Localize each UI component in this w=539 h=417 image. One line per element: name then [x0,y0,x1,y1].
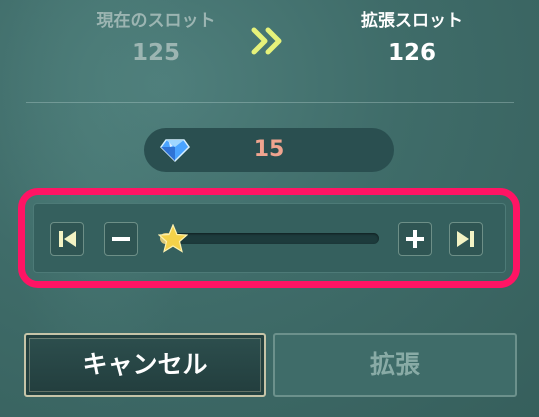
decrement-button[interactable] [104,222,138,256]
increment-button[interactable] [398,222,432,256]
divider [26,102,514,103]
double-chevron-right-icon [251,27,282,55]
cost-value: 15 [253,137,285,162]
cancel-button-label: キャンセル [82,350,208,379]
slider-track[interactable] [160,233,379,244]
star-slider-handle-icon[interactable] [158,224,189,253]
skip-to-max-button[interactable] [449,222,483,256]
expanded-slot-panel: 拡張スロット 126 [312,10,512,68]
current-slot-label: 現在のスロット [96,11,216,31]
skip-to-end-icon [457,231,474,247]
plus-icon [406,230,424,248]
cancel-button[interactable]: キャンセル [24,333,266,397]
expanded-slot-value: 126 [387,40,436,66]
expanded-slot-label: 拡張スロット [361,11,463,31]
expand-button-label: 拡張 [369,350,420,379]
expand-button[interactable]: 拡張 [273,333,517,397]
current-slot-value: 125 [131,40,180,66]
cost-display: 15 [144,128,394,172]
minus-icon [112,237,130,241]
skip-to-min-button[interactable] [50,222,84,256]
skip-to-start-icon [59,231,76,247]
current-slot-panel: 現在のスロット 125 [56,10,256,68]
